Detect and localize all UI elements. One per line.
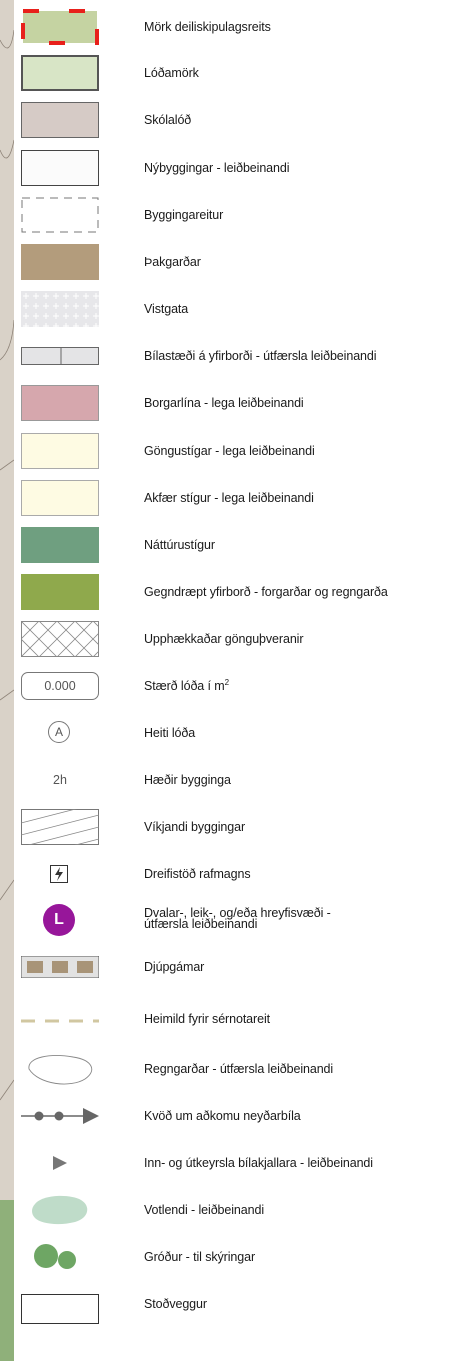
legend-label: Göngustígar - lega leiðbeinandi (144, 444, 315, 458)
lot-size-box: 0.000 (21, 672, 99, 700)
legend-label: Kvöð um aðkomu neyðarbíla (144, 1109, 301, 1123)
legend-item-nature-path: Náttúrustígur (0, 523, 462, 567)
surface-parking-swatch (21, 347, 99, 365)
legend-label: Gróður - til skýringar (144, 1250, 256, 1264)
legend-label: Votlendi - leiðbeinandi (144, 1203, 265, 1217)
rain-garden-oval-icon (28, 1055, 93, 1085)
lot-name-circle-icon: A (48, 721, 70, 743)
legend-label: Djúpgámar (144, 960, 205, 974)
legend-label: Akfær stígur - lega leiðbeinandi (144, 491, 314, 505)
new-building-swatch (21, 150, 99, 186)
legend-item-new-buildings: Nýbyggingar - leiðbeinandi (0, 146, 462, 190)
legend-label: Heimild fyrir sérnotareit (144, 1012, 271, 1026)
legend-label: Þakgarðar (144, 255, 201, 269)
permeable-surface-swatch (21, 574, 99, 610)
legend-label: Borgarlína - lega leiðbeinandi (144, 396, 304, 410)
legend-label: Byggingareitur (144, 208, 224, 222)
legend-label: Nýbyggingar - leiðbeinandi (144, 161, 290, 175)
legend-label: Náttúrustígur (144, 538, 215, 552)
legend-label: Dvalar-, leik-, og/eða hreyfisvæði - útfæ… (144, 898, 331, 952)
legend-label: Heiti lóða (144, 726, 196, 740)
emergency-access-arrow-icon (21, 1108, 99, 1124)
drivable-path-swatch (21, 480, 99, 516)
living-street-swatch (21, 291, 99, 327)
legend-item-raised-crossings: Upphækkaðar gönguþveranir (0, 617, 462, 661)
deep-container-icon (21, 956, 99, 978)
retaining-wall-swatch (21, 1294, 99, 1324)
garage-entrance-triangle-icon (53, 1156, 67, 1170)
legend-item-brt-line: Borgarlína - lega leiðbeinandi (0, 381, 462, 425)
legend-label: Inn- og útkeyrsla bílakjallara - leiðbei… (144, 1156, 373, 1170)
legend-item-retaining-wall: Stoðveggur (0, 1282, 462, 1326)
legend-item-school-lot: Skólalóð (0, 98, 462, 142)
legend-label: Gegndræpt yfirborð - forgarðar og regnga… (144, 585, 388, 599)
legend-item-living-street: Vistgata (0, 287, 462, 331)
legend-item-demolished-buildings: Víkjandi byggingar (0, 805, 462, 849)
legend-item-plan-boundary: Mörk deiliskipulagsreits (0, 5, 462, 49)
legend-label: Vistgata (144, 302, 189, 316)
building-plot-dashed-swatch (21, 197, 99, 233)
legend-item-footpaths: Göngustígar - lega leiðbeinandi (0, 429, 462, 473)
wetland-blob-icon (32, 1195, 88, 1225)
legend-label: Víkjandi byggingar (144, 820, 246, 834)
footpath-swatch (21, 433, 99, 469)
storeys-text: 2h (53, 773, 67, 787)
legend-item-permeable-surface: Gegndræpt yfirborð - forgarðar og regnga… (0, 570, 462, 614)
legend-item-deep-containers: Djúpgámar (0, 945, 462, 989)
legend-label: Hæðir bygginga (144, 773, 231, 787)
legend-label: Upphækkaðar gönguþveranir (144, 632, 304, 646)
legend-item-lot-size: 0.000 Stærð lóða í m2 (0, 664, 462, 708)
legend-item-building-plot: Byggingareitur (0, 193, 462, 237)
legend-item-drivable-path: Akfær stígur - lega leiðbeinandi (0, 476, 462, 520)
lot-boundary-swatch (21, 55, 99, 91)
legend-item-garage-entrance: Inn- og útkeyrsla bílakjallara - leiðbei… (0, 1141, 462, 1185)
legend-label-text: Stærð lóða í m (144, 679, 225, 693)
school-lot-swatch (21, 102, 99, 138)
private-use-dashed-line-icon (21, 1019, 99, 1023)
legend-label: Skólalóð (144, 113, 192, 127)
legend-item-lot-boundary: Lóðamörk (0, 51, 462, 95)
legend-item-private-use: Heimild fyrir sérnotareit (0, 997, 462, 1041)
play-area-icon: L (43, 904, 75, 936)
legend-label: Dreifistöð rafmagns (144, 867, 251, 881)
legend-label: Bílastæði á yfirborði - útfærsla leiðbei… (144, 349, 377, 363)
legend-label: Stærð lóða í m2 (144, 664, 229, 708)
legend-label-line-2: útfærsla leiðbeinandi (144, 917, 258, 931)
plan-boundary-swatch (21, 9, 99, 45)
legend-item-wetland: Votlendi - leiðbeinandi (0, 1188, 462, 1232)
legend-label: Regngarðar - útfærsla leiðbeinandi (144, 1062, 334, 1076)
legend-item-substation: Dreifistöð rafmagns (0, 852, 462, 896)
legend-label: Lóðamörk (144, 66, 199, 80)
demolished-building-hatch-swatch (21, 809, 99, 845)
vegetation-circles-icon (34, 1244, 76, 1269)
legend-item-storeys: 2h Hæðir bygginga (0, 758, 462, 802)
legend-item-play-area: L Dvalar-, leik-, og/eða hreyfisvæði - út… (0, 898, 462, 942)
brt-line-swatch (21, 385, 99, 421)
legend-item-lot-name: A Heiti lóða (0, 711, 462, 755)
legend-item-surface-parking: Bílastæði á yfirborði - útfærsla leiðbei… (0, 334, 462, 378)
nature-path-swatch (21, 527, 99, 563)
legend-label: Stoðveggur (144, 1297, 207, 1311)
legend-label: Mörk deiliskipulagsreits (144, 20, 271, 34)
legend-item-rain-gardens: Regngarðar - útfærsla leiðbeinandi (0, 1047, 462, 1091)
legend-item-vegetation: Gróður - til skýringar (0, 1235, 462, 1279)
substation-icon (50, 865, 68, 883)
legend-label-superscript: 2 (224, 677, 229, 687)
legend-item-roof-gardens: Þakgarðar (0, 240, 462, 284)
legend-item-emergency-access: Kvöð um aðkomu neyðarbíla (0, 1094, 462, 1138)
raised-crossing-swatch (21, 621, 99, 657)
roof-garden-swatch (21, 244, 99, 280)
